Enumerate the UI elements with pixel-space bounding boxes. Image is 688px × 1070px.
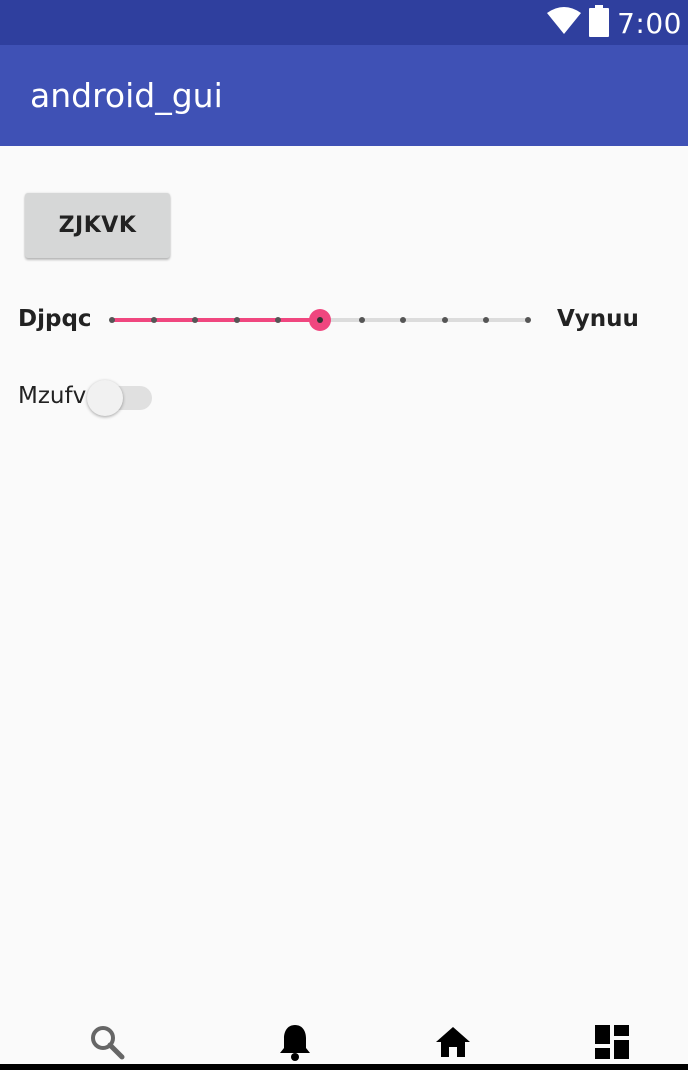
seekbar-tick xyxy=(525,317,531,323)
seekbar[interactable] xyxy=(109,309,531,331)
wifi-icon xyxy=(547,6,582,40)
nav-home[interactable] xyxy=(433,1024,473,1064)
zjkvk-button[interactable]: ZJKVK xyxy=(25,193,170,258)
status-time: 7:00 xyxy=(617,6,682,40)
seekbar-tick xyxy=(275,317,282,323)
seekbar-tick xyxy=(441,317,448,323)
seekbar-left-label: Djpqc xyxy=(18,306,92,332)
battery-icon xyxy=(589,4,610,42)
status-bar: 7:00 xyxy=(0,0,688,45)
app-title: android_gui xyxy=(30,76,223,115)
status-icons: 7:00 xyxy=(547,4,682,42)
app-bar: android_gui xyxy=(0,45,688,146)
search-icon xyxy=(89,1024,125,1065)
dashboard-icon xyxy=(595,1024,629,1064)
seekbar-tick xyxy=(109,317,115,323)
seekbar-tick xyxy=(233,317,240,323)
seekbar-right-label: Vynuu xyxy=(557,306,639,332)
nav-dashboard[interactable] xyxy=(592,1024,632,1064)
home-icon xyxy=(435,1025,471,1064)
switch-thumb[interactable] xyxy=(87,380,123,416)
switch-row: Mzufv xyxy=(0,376,688,420)
content-area: ZJKVK Djpqc Vynuu Mzufv xyxy=(0,146,688,1036)
seekbar-tick xyxy=(483,317,490,323)
bottom-edge xyxy=(0,1064,688,1070)
seekbar-tick xyxy=(150,317,157,323)
nav-search[interactable] xyxy=(87,1024,127,1064)
seekbar-tick xyxy=(192,317,199,323)
nav-notifications[interactable] xyxy=(275,1024,315,1064)
seekbar-progress xyxy=(112,318,320,322)
seekbar-tick xyxy=(400,317,407,323)
bell-icon xyxy=(278,1023,312,1066)
switch-label: Mzufv xyxy=(18,383,87,409)
seekbar-row: Djpqc Vynuu xyxy=(0,296,688,344)
seekbar-thumb[interactable] xyxy=(309,309,331,331)
seekbar-tick xyxy=(358,317,365,323)
